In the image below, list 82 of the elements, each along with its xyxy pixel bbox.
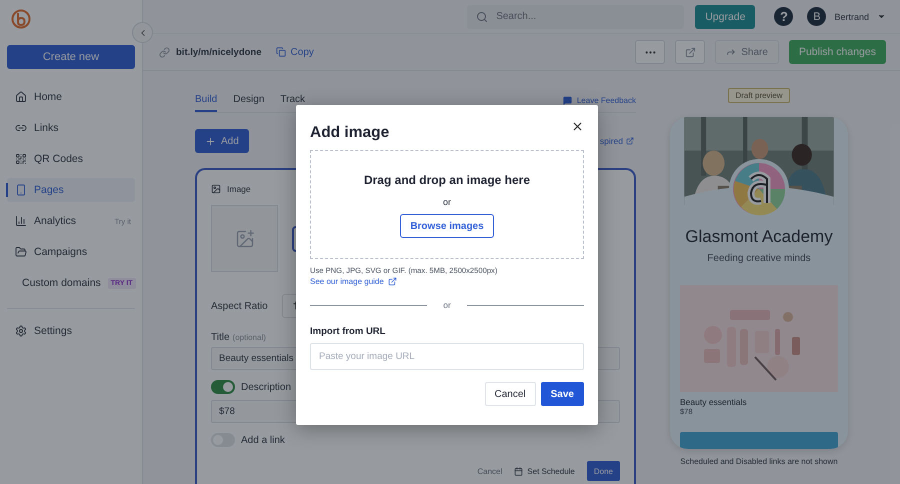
collapse-button[interactable] <box>132 22 153 43</box>
image-guide-link[interactable]: See our image guide <box>310 277 584 286</box>
profile-name: Glasmont Academy <box>685 227 833 248</box>
phone-icon <box>15 184 27 196</box>
sidebar-item-label: QR Codes <box>34 153 84 165</box>
more-button[interactable] <box>635 40 666 64</box>
upgrade-button[interactable]: Upgrade <box>695 4 756 28</box>
folder-icon <box>15 246 27 258</box>
external-link-icon <box>684 46 696 58</box>
create-new-button[interactable]: Create new <box>7 45 135 69</box>
external-link-icon <box>626 137 634 145</box>
optional-hint: (optional) <box>232 333 266 342</box>
sidebar-item-label: Settings <box>34 325 73 337</box>
sidebar-item-label: Campaigns <box>34 246 88 258</box>
avatar[interactable]: B <box>807 7 826 26</box>
add-button[interactable]: Add <box>195 129 249 153</box>
sidebar-item[interactable]: Pages <box>7 178 135 202</box>
copy-icon <box>276 47 286 57</box>
qr-code-icon <box>15 153 27 165</box>
product-title: Beauty essentials <box>680 397 747 408</box>
save-button[interactable]: Save <box>540 382 584 406</box>
link-button[interactable] <box>680 432 838 449</box>
toggle-switch[interactable] <box>211 380 235 394</box>
sidebar-item-label: Custom domains <box>22 277 101 289</box>
plus-icon <box>205 136 216 146</box>
inspiration-link[interactable]: spired <box>600 136 634 146</box>
sidebar-item[interactable]: Campaigns <box>7 240 135 264</box>
cancel-button[interactable]: Cancel <box>477 466 502 476</box>
toggle-label: Description <box>241 382 292 392</box>
close-icon <box>571 120 584 133</box>
tab[interactable]: Build <box>195 94 218 112</box>
url-label: Import from URL <box>310 326 386 337</box>
chat-icon <box>562 96 572 105</box>
close-button[interactable] <box>571 120 584 133</box>
browse-images-button[interactable]: Browse images <box>400 214 494 238</box>
sidebar-item-label: Links <box>34 122 60 134</box>
draft-preview-badge: Draft preview <box>728 88 790 103</box>
or-divider-text: or <box>443 300 451 310</box>
share-arrow-icon <box>726 47 736 57</box>
aspect-ratio-label: Aspect Ratio <box>211 300 268 312</box>
help-button[interactable]: ? <box>774 7 794 26</box>
cancel-button[interactable]: Cancel <box>484 382 536 406</box>
profile-tagline: Feeding creative minds <box>707 253 811 264</box>
block-heading: Image <box>227 184 251 194</box>
sidebar-item-label: Home <box>34 91 64 103</box>
image-plus-icon <box>234 228 254 248</box>
tab[interactable]: Design <box>233 94 264 112</box>
sidebar-item[interactable]: Home <box>7 85 135 109</box>
caret-icon[interactable] <box>877 12 886 21</box>
search-field[interactable]: Search... <box>467 4 684 28</box>
logo-icon <box>11 9 31 29</box>
sidebar-item[interactable]: Links <box>7 116 135 140</box>
open-button[interactable] <box>675 40 706 64</box>
link-icon <box>159 46 170 58</box>
tab[interactable]: Track <box>280 94 306 112</box>
settings-icon <box>15 325 27 337</box>
toggle-label: Add a link <box>241 434 285 446</box>
dialog-title: Add image <box>310 124 390 142</box>
image-icon <box>211 184 221 194</box>
done-button[interactable]: Done <box>586 461 620 481</box>
url-input[interactable]: Paste your image URL <box>310 343 584 370</box>
bar-chart-icon <box>15 215 27 227</box>
user-name[interactable]: Bertrand <box>834 12 869 22</box>
calendar-icon <box>514 466 524 476</box>
set-schedule-button[interactable]: Set Schedule <box>514 466 575 476</box>
sidebar-item[interactable]: Settings <box>7 319 135 343</box>
preview-note: Scheduled and Disabled links are not shown <box>680 457 838 466</box>
sidebar-item-label: Pages <box>34 184 65 196</box>
search-placeholder: Search... <box>496 11 536 22</box>
drop-zone-text: Drag and drop an image here <box>364 173 530 187</box>
home-icon <box>15 91 27 103</box>
image-upload-slot[interactable] <box>211 205 278 272</box>
search-icon <box>476 10 488 22</box>
external-link-icon <box>388 277 397 286</box>
link-icon <box>15 122 27 134</box>
drop-zone[interactable]: Drag and drop an image here or Browse images <box>310 150 584 259</box>
sidebar-item[interactable]: QR Codes <box>7 147 135 171</box>
feedback-link[interactable]: Leave Feedback <box>562 96 636 112</box>
sidebar-item-label: Analytics <box>34 215 78 227</box>
title-label: Title <box>211 332 230 343</box>
copy-button[interactable]: Copy <box>276 46 314 58</box>
or-text: or <box>442 197 451 207</box>
